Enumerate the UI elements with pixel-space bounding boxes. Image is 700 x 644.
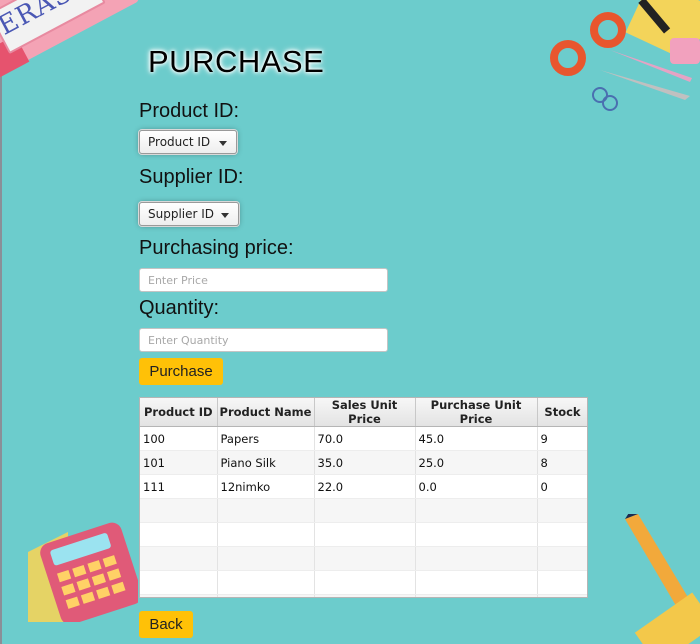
column-header-stock[interactable]: Stock — [537, 398, 587, 427]
column-header-purchase-unit-price[interactable]: Purchase Unit Price — [415, 398, 538, 427]
product-id-label: Product ID: — [139, 100, 240, 122]
table-row[interactable]: 101 Piano Silk 35.0 25.0 8 — [140, 450, 587, 475]
price-input[interactable] — [139, 268, 388, 292]
column-header-sales-unit-price[interactable]: Sales Unit Price — [314, 398, 416, 427]
table-cell: 0 — [537, 474, 587, 499]
quantity-label: Quantity: — [139, 297, 220, 319]
table-cell: 70.0 — [314, 426, 416, 451]
column-header-product-id[interactable]: Product ID — [140, 398, 218, 427]
calculator-icon — [28, 522, 138, 622]
chevron-down-icon — [219, 141, 227, 146]
table-cell: 101 — [140, 450, 218, 475]
quantity-input[interactable] — [139, 328, 388, 352]
chevron-down-icon — [221, 213, 229, 218]
table-cell: Piano Silk — [217, 450, 315, 475]
empty-row — [140, 522, 587, 547]
supplier-id-combo[interactable]: Supplier ID — [139, 202, 239, 226]
window-edge — [0, 0, 2, 644]
product-id-combo-value: Product ID — [148, 135, 211, 149]
table-cell: 25.0 — [415, 450, 538, 475]
supplier-id-label: Supplier ID: — [139, 166, 244, 188]
pencil-icon — [625, 514, 700, 644]
scissors-icon — [550, 0, 700, 111]
product-id-combo[interactable]: Product ID — [139, 130, 237, 154]
table-cell: 45.0 — [415, 426, 538, 451]
empty-row — [140, 498, 587, 523]
table-cell: 111 — [140, 474, 218, 499]
table-cell: 22.0 — [314, 474, 416, 499]
table-row[interactable]: 100 Papers 70.0 45.0 9 — [140, 426, 587, 451]
eraser-icon: ERASER — [0, 0, 140, 87]
table-header-row: Product ID Product Name Sales Unit Price… — [140, 398, 587, 427]
empty-row — [140, 570, 587, 595]
empty-row — [140, 594, 587, 597]
purchase-table[interactable]: Product ID Product Name Sales Unit Price… — [139, 397, 588, 598]
empty-row — [140, 546, 587, 571]
table-cell: 0.0 — [415, 474, 538, 499]
table-cell: Papers — [217, 426, 315, 451]
back-button[interactable]: Back — [139, 611, 193, 638]
table-cell: 8 — [537, 450, 587, 475]
supplier-id-combo-value: Supplier ID — [148, 207, 215, 221]
purchasing-price-label: Purchasing price: — [139, 237, 294, 259]
table-cell: 12nimko — [217, 474, 315, 499]
purchase-button[interactable]: Purchase — [139, 358, 223, 385]
table-cell: 35.0 — [314, 450, 416, 475]
table-row[interactable]: 111 12nimko 22.0 0.0 0 — [140, 474, 587, 499]
column-header-product-name[interactable]: Product Name — [217, 398, 315, 427]
page-title: PURCHASE — [148, 44, 325, 79]
table-cell: 9 — [537, 426, 587, 451]
table-cell: 100 — [140, 426, 218, 451]
